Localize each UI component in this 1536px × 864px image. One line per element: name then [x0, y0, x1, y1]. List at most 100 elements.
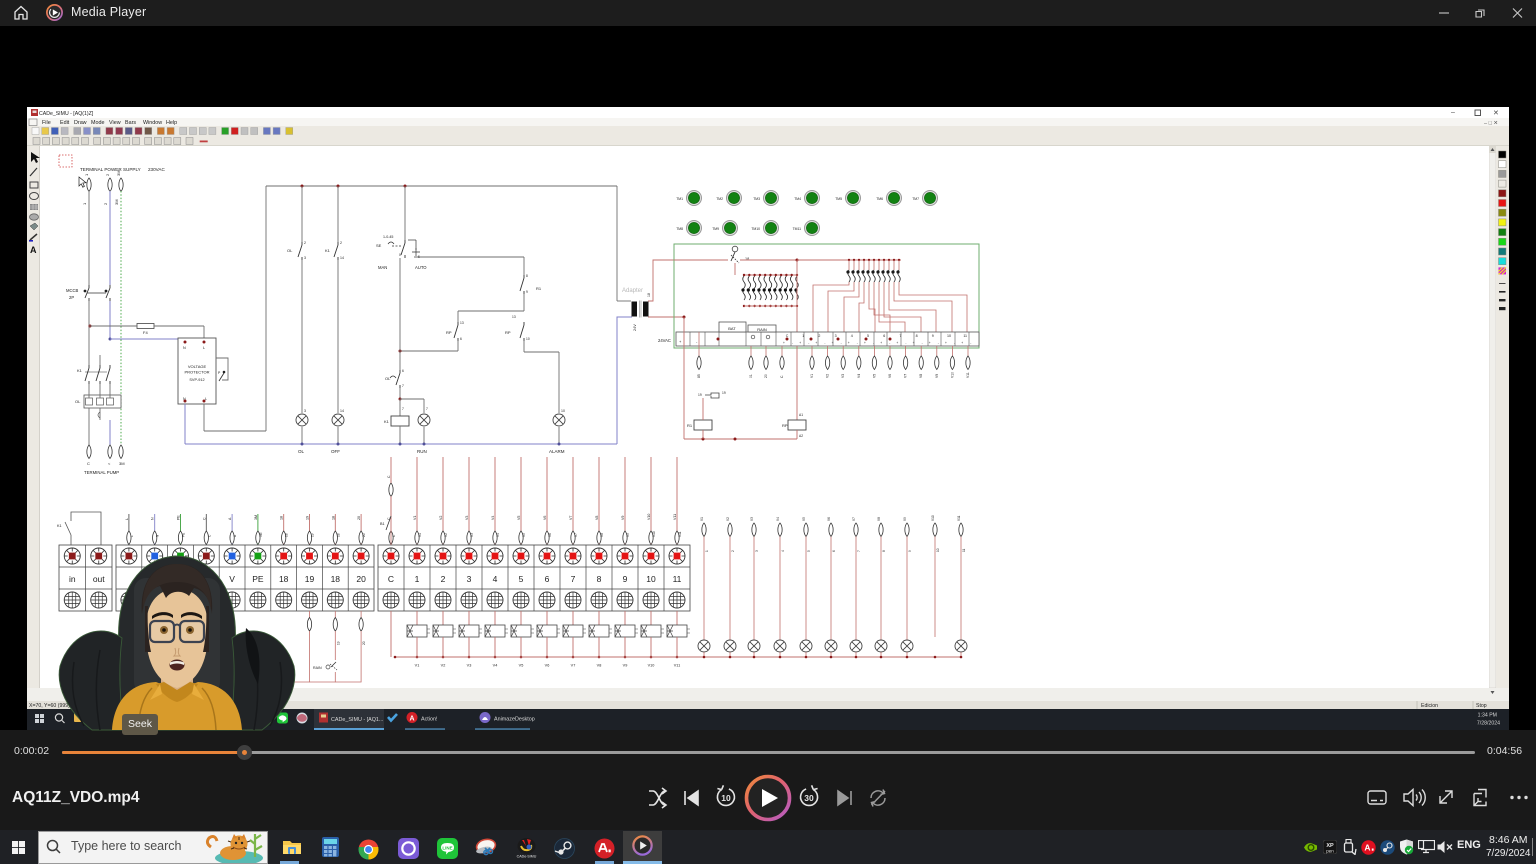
- svg-text:Action!: Action!: [421, 717, 438, 723]
- svg-text:-: -: [792, 341, 793, 345]
- svg-text:✕: ✕: [1493, 110, 1499, 117]
- svg-text:24VAC: 24VAC: [658, 338, 671, 343]
- svg-text:Stop: Stop: [1476, 703, 1487, 709]
- svg-text:8: 8: [597, 574, 602, 584]
- svg-text:PE: PE: [177, 515, 181, 520]
- svg-text:V8: V8: [919, 374, 923, 378]
- svg-text:MAN: MAN: [378, 265, 387, 270]
- svg-text:V5: V5: [522, 533, 526, 537]
- svg-text:-: -: [889, 341, 890, 345]
- svg-text:TM11: TM11: [793, 227, 802, 231]
- svg-text:7: 7: [402, 384, 404, 388]
- svg-text:K1: K1: [77, 368, 83, 373]
- svg-text:2: 2: [441, 574, 446, 584]
- svg-text:10: 10: [526, 337, 530, 341]
- svg-text:V11: V11: [678, 531, 682, 537]
- svg-text:K1: K1: [384, 419, 390, 424]
- svg-text:-: -: [970, 341, 971, 345]
- svg-text:V9: V9: [623, 664, 628, 668]
- svg-text:11: 11: [673, 574, 682, 584]
- svg-text:V7: V7: [852, 517, 856, 521]
- svg-text:V5: V5: [519, 664, 524, 668]
- svg-text:-: -: [954, 341, 955, 345]
- svg-text:-: -: [938, 341, 939, 345]
- svg-text:LINE: LINE: [442, 846, 452, 851]
- svg-text:0: 0: [399, 253, 401, 257]
- svg-text:C: C: [87, 461, 90, 466]
- svg-text:L: L: [130, 535, 134, 537]
- svg-text:4: 4: [493, 574, 498, 584]
- svg-text:3: 3: [304, 409, 306, 413]
- svg-text:V7: V7: [569, 516, 573, 520]
- svg-text:PE: PE: [252, 574, 264, 584]
- svg-text:CADe_SIMU - [AQ(1)Z]: CADe_SIMU - [AQ(1)Z]: [39, 111, 94, 117]
- svg-text:A: A: [30, 245, 37, 255]
- svg-text:TM7: TM7: [912, 197, 919, 201]
- svg-text:4: 4: [851, 334, 853, 338]
- svg-text:TM5: TM5: [835, 197, 842, 201]
- svg-text:A2: A2: [799, 434, 803, 438]
- svg-text:1: 1: [415, 574, 420, 584]
- svg-text:-: -: [922, 341, 923, 345]
- svg-text:RAIN: RAIN: [757, 327, 767, 332]
- svg-text:V2: V2: [726, 517, 730, 521]
- svg-text:N: N: [183, 346, 186, 350]
- svg-text:11: 11: [963, 334, 967, 338]
- svg-text:V4: V4: [491, 516, 495, 520]
- svg-text:K1: K1: [57, 524, 62, 528]
- svg-text:Edicion: Edicion: [1421, 703, 1438, 709]
- svg-text:5: 5: [519, 574, 524, 584]
- svg-text:9: 9: [623, 574, 628, 584]
- svg-text:V6: V6: [827, 517, 831, 521]
- svg-text:V1: V1: [415, 664, 420, 668]
- svg-text:V3: V3: [467, 664, 472, 668]
- svg-text:V3: V3: [465, 516, 469, 520]
- svg-text:8: 8: [526, 274, 528, 278]
- svg-text:19: 19: [305, 574, 315, 584]
- svg-text:F4: F4: [143, 330, 148, 335]
- svg-text:30: 30: [804, 793, 814, 803]
- svg-text:3M: 3M: [114, 199, 119, 205]
- svg-text:V6: V6: [548, 533, 552, 537]
- svg-text:pen: pen: [1326, 849, 1334, 854]
- svg-text:V3: V3: [841, 374, 845, 378]
- svg-text:A1: A1: [799, 413, 803, 417]
- svg-text:TM9: TM9: [712, 227, 719, 231]
- svg-text:18: 18: [331, 574, 341, 584]
- svg-text:AnimazeDesktop: AnimazeDesktop: [494, 717, 535, 723]
- svg-text:7: 7: [402, 407, 404, 411]
- svg-text:3: 3: [755, 550, 759, 552]
- svg-text:10: 10: [646, 574, 656, 584]
- svg-text:R1: R1: [536, 286, 542, 291]
- svg-text:OL: OL: [287, 248, 293, 253]
- svg-text:Window: Window: [143, 120, 162, 126]
- svg-text:8: 8: [916, 334, 918, 338]
- svg-text:19: 19: [698, 393, 702, 397]
- svg-text:18: 18: [331, 516, 335, 520]
- svg-text:Edit: Edit: [60, 120, 70, 126]
- svg-text:+: +: [783, 341, 785, 345]
- svg-text:TM3: TM3: [753, 197, 760, 201]
- svg-text:8: 8: [882, 550, 886, 552]
- svg-text:V4: V4: [776, 517, 780, 521]
- svg-text:TM6: TM6: [876, 197, 883, 201]
- svg-text:-: -: [873, 341, 874, 345]
- svg-text:3M: 3M: [116, 170, 121, 176]
- svg-text:11: 11: [962, 548, 966, 552]
- svg-text:V11: V11: [674, 664, 680, 668]
- svg-text:3M: 3M: [119, 461, 125, 466]
- svg-text:RP: RP: [782, 423, 788, 428]
- svg-text:V5: V5: [802, 517, 806, 521]
- svg-text:CADe_SIMU - [AQ1...: CADe_SIMU - [AQ1...: [331, 717, 383, 723]
- svg-text:+: +: [945, 341, 947, 345]
- svg-text:V10: V10: [950, 372, 954, 378]
- svg-text:+: +: [896, 341, 898, 345]
- svg-text:19: 19: [336, 641, 340, 645]
- svg-text:TM8: TM8: [676, 227, 683, 231]
- svg-text:7: 7: [899, 334, 901, 338]
- svg-text:9: 9: [932, 334, 934, 338]
- svg-text:RUN: RUN: [417, 449, 427, 454]
- svg-text:3M: 3M: [259, 532, 263, 537]
- svg-text:V4: V4: [496, 533, 500, 537]
- svg-text:20: 20: [356, 574, 366, 584]
